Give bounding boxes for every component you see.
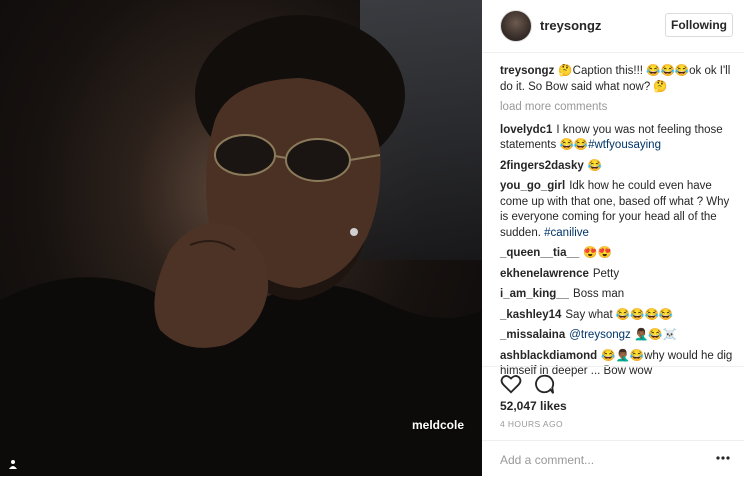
comment-username[interactable]: _missalaina (500, 329, 565, 341)
comment-text: 😍😍 (583, 247, 612, 259)
post-sidebar: treysongz Following treysongz 🤔Caption th… (482, 0, 744, 476)
list-item: ekhenelawrence Petty (500, 267, 736, 283)
comment-input[interactable] (498, 450, 702, 470)
add-comment-bar (482, 440, 744, 477)
post-photo[interactable]: meldcole (0, 0, 482, 476)
post-header: treysongz Following (482, 0, 744, 53)
avatar[interactable] (500, 10, 532, 42)
comment-text: Say what 😂😂😂😂 (565, 308, 674, 321)
list-item: _kashley14 Say what 😂😂😂😂 (500, 308, 736, 324)
list-item: _missalaina @treysongz 🤦🏾‍♂️😂☠️ (500, 328, 736, 344)
mention-link[interactable]: @treysongz (569, 329, 631, 341)
comment-username[interactable]: 2fingers2dasky (500, 160, 584, 172)
comment-username[interactable]: i_am_king__ (500, 288, 569, 300)
list-item: 2fingers2dasky 😂 (500, 159, 736, 175)
list-item: _queen__tia__ 😍😍 (500, 246, 736, 262)
comment-text: Boss man (573, 288, 625, 300)
more-options-icon[interactable] (716, 456, 730, 460)
list-item: you_go_girl Idk how he could even have co… (500, 179, 736, 241)
comment-username[interactable]: ekhenelawrence (500, 268, 589, 280)
comment-username[interactable]: ashblackdiamond (500, 350, 597, 362)
comment-username[interactable]: _kashley14 (500, 309, 561, 321)
caption: treysongz 🤔Caption this!!! 😂😂😂ok ok I'll … (500, 64, 736, 95)
post-actions (482, 366, 744, 397)
list-item: i_am_king__ Boss man (500, 287, 736, 303)
comments-list: treysongz 🤔Caption this!!! 😂😂😂ok ok I'll … (500, 64, 736, 385)
comment-text: 😂 (587, 159, 603, 172)
likes-count[interactable]: 52,047 likes (500, 399, 567, 413)
comment-username[interactable]: lovelydc1 (500, 124, 552, 136)
user-tag-icon[interactable] (8, 459, 18, 469)
list-item: lovelydc1 I know you was not feeling thos… (500, 123, 736, 154)
comment-username[interactable]: _queen__tia__ (500, 247, 579, 259)
following-button[interactable]: Following (665, 13, 733, 37)
comment-username[interactable]: treysongz (500, 65, 554, 77)
comment-text: 🤦🏾‍♂️😂☠️ (633, 329, 677, 341)
heart-icon[interactable] (500, 373, 522, 395)
load-more-comments-link[interactable]: load more comments (500, 100, 736, 116)
comment-text: Petty (592, 267, 620, 280)
hashtag-link[interactable]: #wtfyousaying (588, 139, 661, 151)
portrait-image (0, 15, 482, 476)
photo-credit: meldcole (412, 418, 465, 432)
author-username[interactable]: treysongz (540, 18, 601, 33)
comment-username[interactable]: you_go_girl (500, 180, 565, 192)
comment-icon[interactable] (533, 373, 555, 395)
post-timestamp[interactable]: 4 HOURS AGO (500, 419, 563, 429)
hashtag-link[interactable]: #canilive (544, 227, 589, 239)
